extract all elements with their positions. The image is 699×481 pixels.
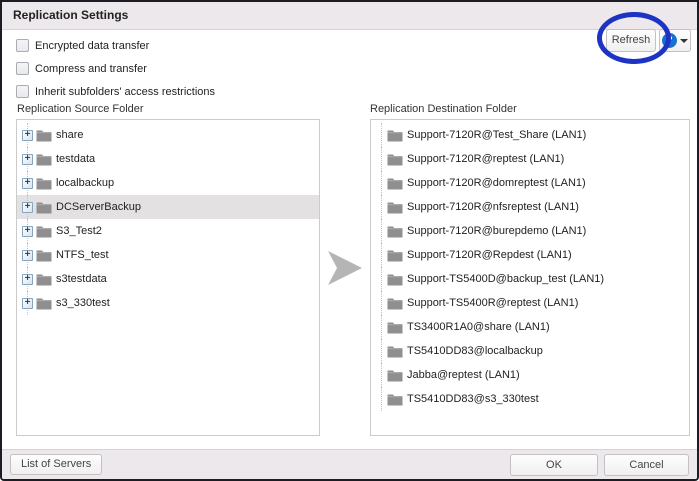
destination-folder-item[interactable]: Support-TS5400R@reptest (LAN1) (371, 291, 689, 315)
folder-icon (387, 369, 403, 382)
tree-item-label: S3_Test2 (56, 225, 102, 237)
options-group: Encrypted data transfer Compress and tra… (16, 38, 215, 107)
destination-folder-item[interactable]: Support-7120R@nfsreptest (LAN1) (371, 195, 689, 219)
folder-icon (387, 273, 403, 286)
tree-item-label: s3testdata (56, 273, 107, 285)
footer-bar: List of Servers OK Cancel (2, 449, 697, 479)
expand-plus-icon[interactable]: + (22, 274, 33, 285)
tree-item-label: Support-7120R@Repdest (LAN1) (407, 249, 572, 261)
replication-settings-dialog: Replication Settings Encrypted data tran… (0, 0, 699, 481)
tree-item-label: Support-7120R@nfsreptest (LAN1) (407, 201, 579, 213)
folder-icon (36, 129, 52, 142)
destination-folder-item[interactable]: TS5410DD83@localbackup (371, 339, 689, 363)
source-folder-tree: + share + testdata + localbackup + (16, 119, 320, 436)
source-folder-item[interactable]: + DCServerBackup (17, 195, 319, 219)
tree-item-label: Support-7120R@Test_Share (LAN1) (407, 129, 586, 141)
checkbox[interactable] (16, 62, 29, 75)
source-folder-item[interactable]: + testdata (17, 147, 319, 171)
cancel-button[interactable]: Cancel (604, 454, 689, 476)
expand-plus-icon[interactable]: + (22, 202, 33, 213)
destination-folder-item[interactable]: TS3400R1A0@share (LAN1) (371, 315, 689, 339)
expand-plus-icon[interactable]: + (22, 178, 33, 189)
destination-folder-item[interactable]: Support-7120R@Test_Share (LAN1) (371, 123, 689, 147)
source-folder-item[interactable]: + NTFS_test (17, 243, 319, 267)
folder-icon (36, 225, 52, 238)
folder-icon (387, 153, 403, 166)
folder-icon (387, 129, 403, 142)
ok-button[interactable]: OK (510, 454, 598, 476)
option-checkbox-row[interactable]: Compress and transfer (16, 61, 215, 76)
source-panel-label: Replication Source Folder (17, 103, 144, 115)
tree-item-label: s3_330test (56, 297, 110, 309)
tree-item-label: NTFS_test (56, 249, 109, 261)
destination-panel-label: Replication Destination Folder (370, 103, 517, 115)
expand-plus-icon[interactable]: + (22, 250, 33, 261)
tree-item-label: Support-7120R@burepdemo (LAN1) (407, 225, 586, 237)
dialog-title: Replication Settings (2, 2, 697, 30)
folder-icon (36, 201, 52, 214)
folder-icon (387, 201, 403, 214)
tree-item-label: testdata (56, 153, 95, 165)
source-folder-item[interactable]: + S3_Test2 (17, 219, 319, 243)
source-folder-item[interactable]: + localbackup (17, 171, 319, 195)
folder-icon (387, 297, 403, 310)
option-checkbox-row[interactable]: Encrypted data transfer (16, 38, 215, 53)
folder-icon (36, 177, 52, 190)
tree-item-label: Support-TS5400R@reptest (LAN1) (407, 297, 578, 309)
destination-folder-item[interactable]: Support-7120R@Repdest (LAN1) (371, 243, 689, 267)
tree-item-label: share (56, 129, 84, 141)
destination-folder-list: Support-7120R@Test_Share (LAN1) Support-… (370, 119, 690, 436)
refresh-button[interactable]: Refresh (606, 29, 656, 52)
tree-item-label: localbackup (56, 177, 114, 189)
folder-icon (387, 225, 403, 238)
folder-icon (36, 273, 52, 286)
checkbox[interactable] (16, 85, 29, 98)
expand-plus-icon[interactable]: + (22, 226, 33, 237)
checkbox-label: Compress and transfer (35, 63, 147, 75)
expand-plus-icon[interactable]: + (22, 298, 33, 309)
expand-plus-icon[interactable]: + (22, 154, 33, 165)
tree-item-label: Jabba@reptest (LAN1) (407, 369, 520, 381)
destination-folder-item[interactable]: Support-TS5400D@backup_test (LAN1) (371, 267, 689, 291)
destination-folder-item[interactable]: Support-7120R@burepdemo (LAN1) (371, 219, 689, 243)
folder-icon (387, 177, 403, 190)
checkbox[interactable] (16, 39, 29, 52)
tree-item-label: Support-TS5400D@backup_test (LAN1) (407, 273, 604, 285)
destination-folder-item[interactable]: Support-7120R@domreptest (LAN1) (371, 171, 689, 195)
destination-folder-item[interactable]: Jabba@reptest (LAN1) (371, 363, 689, 387)
help-button[interactable]: ? (659, 29, 691, 52)
checkbox-label: Inherit subfolders' access restrictions (35, 86, 215, 98)
direction-arrow-icon (328, 251, 362, 285)
folder-icon (36, 153, 52, 166)
folder-icon (387, 345, 403, 358)
tree-item-label: TS5410DD83@s3_330test (407, 393, 539, 405)
help-icon: ? (662, 33, 677, 48)
tree-item-label: DCServerBackup (56, 201, 141, 213)
destination-folder-item[interactable]: TS5410DD83@s3_330test (371, 387, 689, 411)
option-checkbox-row[interactable]: Inherit subfolders' access restrictions (16, 84, 215, 99)
tree-item-label: Support-7120R@reptest (LAN1) (407, 153, 564, 165)
folder-icon (387, 249, 403, 262)
destination-folder-item[interactable]: Support-7120R@reptest (LAN1) (371, 147, 689, 171)
tree-item-label: Support-7120R@domreptest (LAN1) (407, 177, 586, 189)
folder-icon (387, 393, 403, 406)
folder-icon (387, 321, 403, 334)
tree-item-label: TS3400R1A0@share (LAN1) (407, 321, 550, 333)
source-folder-item[interactable]: + s3_330test (17, 291, 319, 315)
list-of-servers-button[interactable]: List of Servers (10, 454, 102, 475)
checkbox-label: Encrypted data transfer (35, 40, 149, 52)
expand-plus-icon[interactable]: + (22, 130, 33, 141)
source-folder-item[interactable]: + share (17, 123, 319, 147)
folder-icon (36, 249, 52, 262)
chevron-down-icon (680, 39, 688, 43)
source-folder-item[interactable]: + s3testdata (17, 267, 319, 291)
tree-item-label: TS5410DD83@localbackup (407, 345, 543, 357)
folder-icon (36, 297, 52, 310)
